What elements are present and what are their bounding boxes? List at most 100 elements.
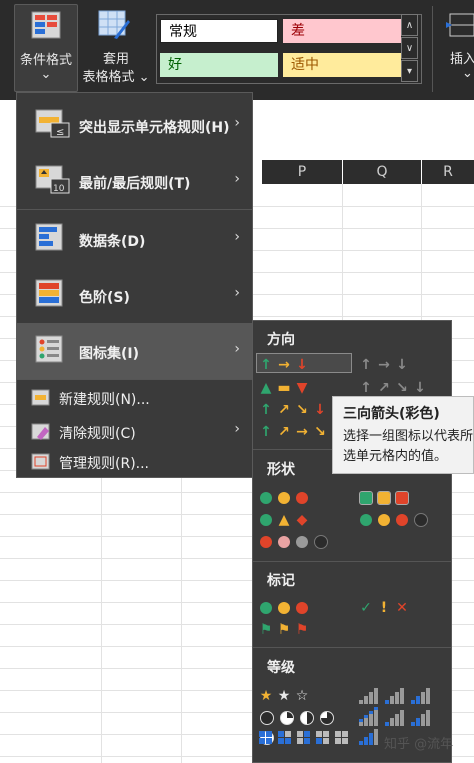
iconset-5-ratings[interactable] xyxy=(357,707,447,745)
ribbon: 条件格式 ⌄ 套用 表格格式 ⌄ 常规 差 好 适中 ∧ ∨ ▾ 插入 ⌄ xyxy=(0,0,474,100)
chevron-right-icon: › xyxy=(234,421,240,437)
color-scales-icon xyxy=(35,279,63,307)
flag-yellow-icon: ⚑ xyxy=(277,622,291,638)
column-header-q[interactable]: Q xyxy=(343,160,421,184)
menu-label-color-scales: 色阶(S) xyxy=(79,290,130,306)
style-good[interactable]: 好 xyxy=(160,53,278,77)
circle-black-icon xyxy=(314,534,328,549)
menu-divider xyxy=(17,209,252,210)
iconset-3-symbols-circled[interactable] xyxy=(257,597,317,615)
arrow-down-icon: ↓ xyxy=(314,402,326,418)
icon-sets-icon xyxy=(35,335,63,363)
style-neutral[interactable]: 适中 xyxy=(283,53,401,77)
iconset-3-traffic-lights-rimmed[interactable] xyxy=(357,487,417,505)
menu-item-top-bottom[interactable]: 10 最前/最后规则(T) › xyxy=(17,153,252,209)
column-header-r[interactable]: R xyxy=(422,160,474,184)
top-bottom-rules-icon: 10 xyxy=(35,165,70,194)
circle-green-rimmed-icon xyxy=(359,490,373,505)
submenu-divider xyxy=(253,647,451,648)
conditional-format-button[interactable]: 条件格式 ⌄ xyxy=(14,4,78,92)
iconset-5-arrows-colored[interactable]: ↑ ↗ → ↘ xyxy=(257,421,333,440)
exclamation-icon: ! xyxy=(380,600,388,616)
menu-item-highlight-rules[interactable]: ≤ 突出显示单元格规则(H) › xyxy=(17,97,252,153)
section-title-shapes: 形状 xyxy=(267,462,295,478)
style-normal[interactable]: 常规 xyxy=(160,19,278,43)
menu-label-manage-rules: 管理规则(R)... xyxy=(59,456,150,472)
iconset-3-triangles[interactable]: ▲ ▬ ▼ xyxy=(257,377,327,396)
submenu-divider xyxy=(253,561,451,562)
conditional-format-menu: ≤ 突出显示单元格规则(H) › 10 最前/最后规则(T) › 数据条(D) … xyxy=(16,92,253,478)
menu-item-data-bars[interactable]: 数据条(D) › xyxy=(17,211,252,267)
iconset-3-arrows-gray[interactable]: ↑ → ↓ xyxy=(357,354,427,373)
circle-green-icon xyxy=(260,491,272,504)
menu-item-clear-rules[interactable]: 清除规则(C) › xyxy=(17,415,252,449)
chevron-right-icon: › xyxy=(234,115,240,131)
arrow-up-icon: ↑ xyxy=(360,380,372,396)
watermark: 知乎 @流年 xyxy=(384,737,454,752)
signal-bars-icon xyxy=(411,709,433,726)
iconset-3-symbols[interactable]: ✓! ✕ xyxy=(357,597,417,616)
iconset-3-traffic-lights[interactable] xyxy=(257,487,317,505)
iconset-3-stars[interactable]: ★ ★ ☆ xyxy=(257,685,317,704)
x-icon: ✕ xyxy=(396,600,408,616)
circle-red-rimmed-icon xyxy=(395,490,409,505)
insert-button[interactable]: 插入 ⌄ xyxy=(440,4,474,90)
arrow-right-icon: → xyxy=(378,357,390,373)
check-icon: ✓ xyxy=(360,600,372,616)
manage-rules-icon xyxy=(31,453,50,470)
circle-yellow-icon xyxy=(278,491,290,504)
iconset-4-ratings[interactable] xyxy=(357,685,447,723)
menu-item-icon-sets[interactable]: 图标集(I) › xyxy=(17,323,252,379)
check-circle-icon xyxy=(260,601,272,614)
star-half-icon: ★ xyxy=(277,688,291,704)
table-format-button[interactable]: 套用 表格格式 ⌄ xyxy=(80,4,152,90)
flag-green-icon: ⚑ xyxy=(259,622,273,638)
iconset-red-to-black[interactable] xyxy=(257,531,337,549)
insert-icon xyxy=(446,13,474,37)
style-bad[interactable]: 差 xyxy=(283,19,401,43)
section-title-directional: 方向 xyxy=(267,332,295,348)
boxes-icon xyxy=(259,731,348,744)
iconset-4-traffic-lights[interactable] xyxy=(357,509,437,527)
section-title-ratings: 等级 xyxy=(267,660,295,676)
svg-text:10: 10 xyxy=(53,184,65,194)
circle-yellow-rimmed-icon xyxy=(377,490,391,505)
column-header-p[interactable]: P xyxy=(262,160,342,184)
menu-label-clear-rules: 清除规则(C) xyxy=(59,426,136,442)
tooltip-line-2: 选单元格内的值。 xyxy=(343,449,448,464)
gallery-expand[interactable]: ▾ xyxy=(401,60,418,82)
iconset-5-boxes[interactable] xyxy=(257,729,353,747)
iconset-4-arrows-gray[interactable]: ↑ ↗ ↘ ↓ xyxy=(357,377,433,396)
new-rule-icon xyxy=(31,389,50,406)
arrow-downright-icon: ↘ xyxy=(296,402,308,418)
tooltip-title: 三向箭头(彩色) xyxy=(343,406,440,422)
iconset-4-arrows-colored[interactable]: ↑ ↗ ↘ ↓ xyxy=(257,399,333,418)
svg-text:≤: ≤ xyxy=(56,127,64,138)
iconset-5-quarters[interactable] xyxy=(257,707,353,745)
arrow-down-icon: ↓ xyxy=(396,357,408,373)
iconset-3-flags[interactable]: ⚑ ⚑ ⚑ xyxy=(257,619,317,638)
icon-sets-submenu: 方向 ↑ → ↓ ↑ → ↓ ▲ ▬ ▼ ↑ ↗ ↘ ↓ ↑ ↗ ↘ ↓ ↑ ↗ → ↘ 形状 ▲ ◆ 标记 ✓… xyxy=(252,320,452,763)
menu-item-color-scales[interactable]: 色阶(S) › xyxy=(17,267,252,323)
signal-bars-icon xyxy=(385,687,407,704)
circle-gray-icon xyxy=(296,535,308,548)
triangle-yellow-icon: ▲ xyxy=(278,512,290,528)
diamond-red-icon: ◆ xyxy=(296,512,308,528)
table-format-line2: 表格格式 ⌄ xyxy=(80,66,152,85)
triangle-down-icon: ▼ xyxy=(296,380,308,396)
conditional-format-icon xyxy=(31,11,61,39)
section-title-indicators: 标记 xyxy=(267,573,295,589)
quarter-empty-icon xyxy=(260,710,274,725)
arrow-right-icon: → xyxy=(296,424,308,440)
menu-item-new-rule[interactable]: 新建规则(N)... xyxy=(17,381,252,415)
iconset-3-signs[interactable]: ▲ ◆ xyxy=(257,509,317,528)
gallery-scroll-down[interactable]: ∨ xyxy=(401,37,418,59)
gallery-scroll-up[interactable]: ∧ xyxy=(401,14,418,36)
iconset-3-arrows-colored[interactable]: ↑ → ↓ xyxy=(256,353,352,373)
menu-item-manage-rules[interactable]: 管理规则(R)... xyxy=(17,449,252,477)
arrow-upright-icon: ↗ xyxy=(278,402,290,418)
data-bars-icon xyxy=(35,223,63,251)
tooltip-description: 选择一组图标以代表所 选单元格内的值。 xyxy=(343,427,474,467)
arrow-up-icon: ↑ xyxy=(260,424,272,440)
quarter-half-icon xyxy=(300,710,314,725)
